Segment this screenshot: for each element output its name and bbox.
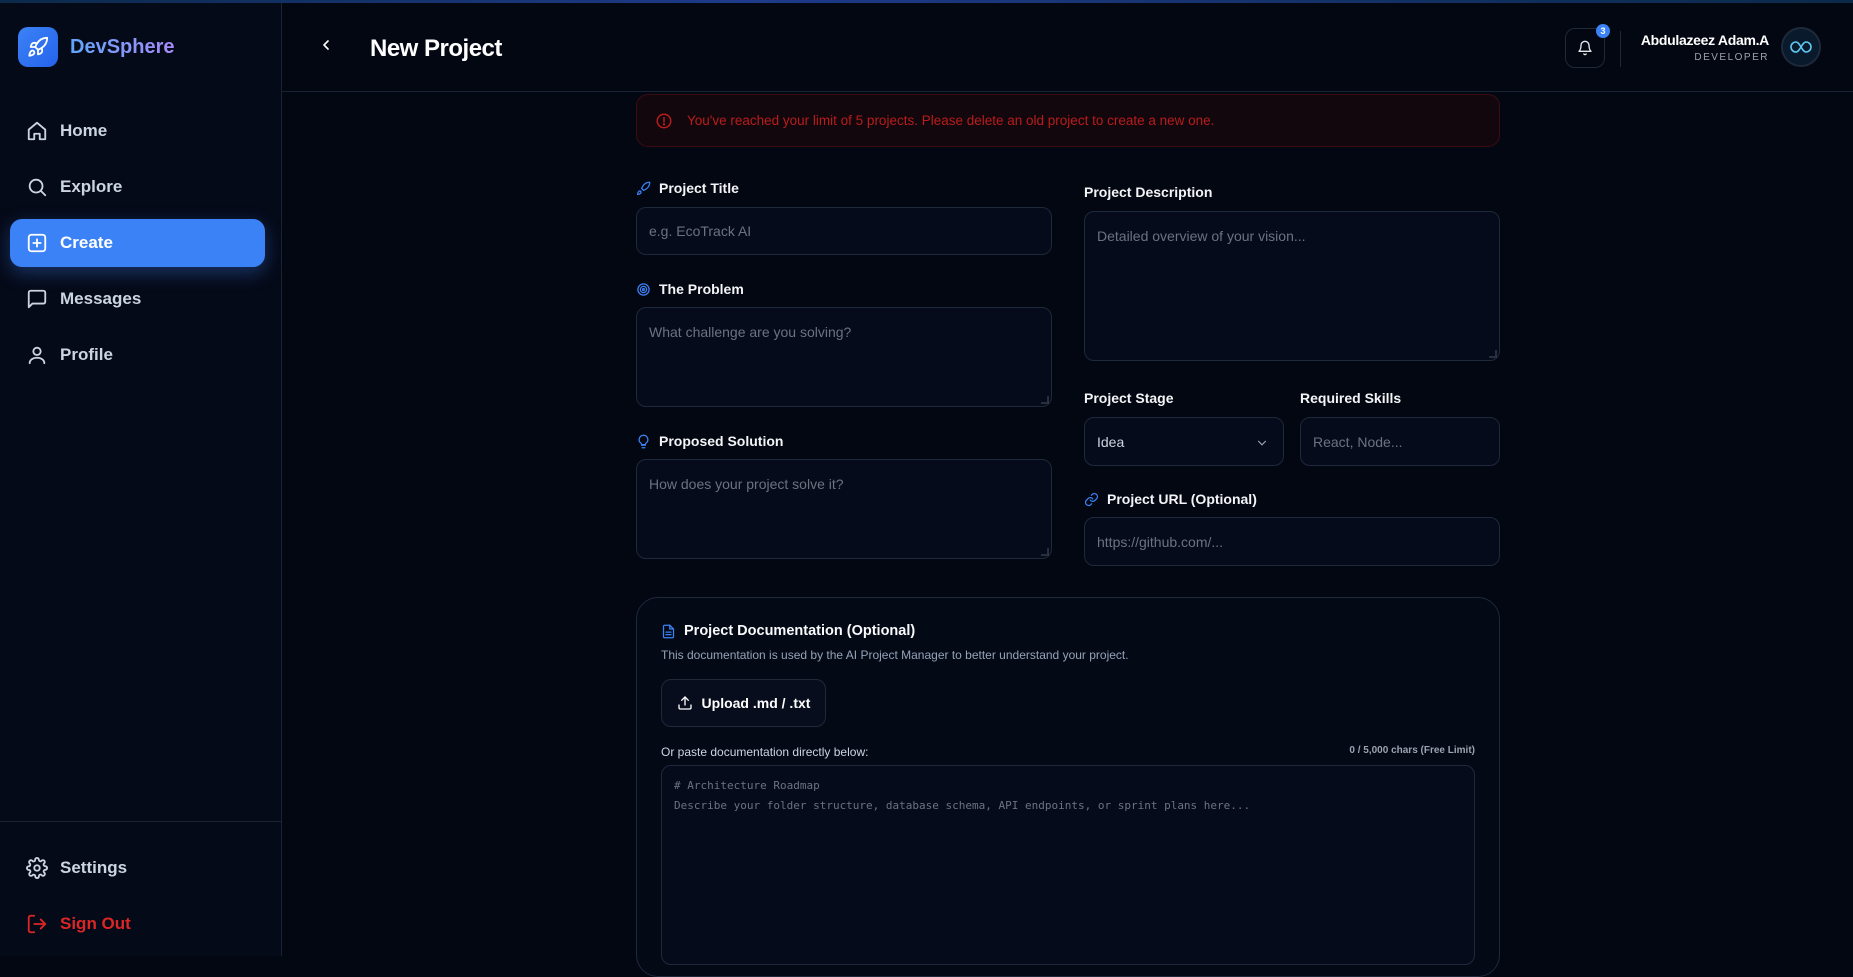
description-textarea[interactable]: Detailed overview of your vision... (1084, 211, 1500, 361)
solution-label: Proposed Solution (636, 433, 783, 449)
problem-textarea[interactable]: What challenge are you solving? (636, 307, 1052, 407)
url-label: Project URL (Optional) (1084, 491, 1257, 507)
placeholder-line: Describe your folder structure, database… (674, 799, 1251, 812)
rocket-icon (636, 181, 651, 195)
sidebar-item-messages[interactable]: Messages (10, 275, 265, 323)
label-text: Project Description (1084, 184, 1213, 200)
chevron-left-icon (323, 40, 329, 50)
target-icon (637, 282, 650, 296)
resize-handle[interactable] (1489, 350, 1497, 358)
bell-icon (1578, 40, 1592, 56)
link-icon (1084, 492, 1099, 506)
documentation-textarea[interactable]: # Architecture Roadmap Describe your fold… (661, 765, 1475, 965)
sidebar-item-create[interactable]: Create (10, 219, 265, 267)
sidebar-item-label: Settings (60, 858, 128, 877)
problem-label: The Problem (636, 281, 744, 297)
sidebar-item-label: Messages (60, 289, 142, 308)
home-icon (27, 121, 47, 141)
upload-icon (677, 696, 692, 710)
sidebar-bottom: Settings Sign Out (0, 821, 282, 956)
infinity-logo-icon (1790, 41, 1812, 53)
sidebar: DevSphere Home Explore Create Messages P… (0, 3, 282, 956)
sidebar-item-home[interactable]: Home (10, 107, 265, 155)
alert-message: You've reached your limit of 5 projects.… (687, 113, 1215, 128)
resize-handle[interactable] (1041, 396, 1049, 404)
lightbulb-icon (638, 434, 649, 448)
alert-circle-icon (656, 113, 672, 128)
sidebar-item-profile[interactable]: Profile (10, 331, 265, 379)
docs-subtitle: This documentation is used by the AI Pro… (661, 648, 1129, 662)
skills-label: Required Skills (1300, 390, 1401, 406)
user-role: DEVELOPER (1694, 52, 1769, 63)
label-text: Proposed Solution (659, 433, 784, 449)
brand-name: DevSphere (70, 35, 175, 58)
sidebar-item-label: Sign Out (60, 914, 131, 933)
documentation-card: Project Documentation (Optional) This do… (636, 597, 1500, 977)
back-button[interactable] (314, 33, 338, 57)
placeholder-text: React, Node... (1313, 433, 1403, 450)
sidebar-item-label: Explore (60, 177, 123, 196)
placeholder-text: Detailed overview of your vision... (1097, 228, 1306, 244)
gear-icon (26, 857, 48, 879)
rocket-icon (18, 27, 58, 67)
sidebar-item-label: Profile (60, 345, 113, 364)
selected-value: Idea (1097, 433, 1125, 450)
stage-label: Project Stage (1084, 390, 1173, 406)
header-divider (1620, 31, 1621, 67)
brand[interactable]: DevSphere (18, 27, 175, 67)
sidebar-nav: Home Explore Create Messages Profile (10, 107, 265, 387)
plus-square-icon (27, 233, 47, 253)
paste-label: Or paste documentation directly below: (661, 745, 869, 759)
skills-input[interactable]: React, Node... (1300, 417, 1500, 466)
description-label: Project Description (1084, 184, 1212, 200)
project-limit-alert: You've reached your limit of 5 projects.… (636, 94, 1500, 147)
label-text: Required Skills (1300, 390, 1402, 406)
project-title-input[interactable]: e.g. EcoTrack AI (636, 207, 1052, 255)
stage-select[interactable]: Idea (1084, 417, 1284, 466)
user-icon (28, 346, 46, 365)
placeholder-text: https://github.com/... (1097, 533, 1224, 550)
placeholder-line: # Architecture Roadmap (674, 779, 820, 792)
sidebar-item-label: Home (60, 121, 108, 140)
user-name: Abdulazeez Adam.A (1640, 32, 1769, 48)
page-title: New Project (370, 35, 502, 62)
file-text-icon (662, 624, 675, 638)
page-header: New Project 3 Abdulazeez Adam.A DEVELOPE… (282, 3, 1853, 92)
sidebar-item-sign-out[interactable]: Sign Out (10, 900, 272, 948)
project-title-label: Project Title (636, 180, 739, 196)
label-text: The Problem (659, 281, 744, 297)
upload-button[interactable]: Upload .md / .txt (661, 679, 826, 727)
docs-title-text: Project Documentation (Optional) (684, 623, 916, 639)
sidebar-item-explore[interactable]: Explore (10, 163, 265, 211)
docs-title: Project Documentation (Optional) (661, 623, 915, 639)
placeholder-text: e.g. EcoTrack AI (649, 223, 752, 239)
placeholder-text: How does your project solve it? (649, 476, 844, 492)
label-text: Project URL (Optional) (1107, 491, 1257, 507)
url-input[interactable]: https://github.com/... (1084, 517, 1500, 566)
upload-label: Upload .md / .txt (701, 695, 811, 711)
label-text: Project Stage (1084, 390, 1174, 406)
sign-out-icon (27, 914, 47, 934)
message-icon (27, 289, 47, 309)
notifications-button[interactable]: 3 (1565, 24, 1610, 68)
char-count: 0 / 5,000 chars (Free Limit) (1349, 745, 1475, 756)
notification-badge: 3 (1596, 24, 1610, 38)
search-icon (28, 178, 47, 197)
avatar[interactable] (1781, 27, 1821, 67)
label-text: Project Title (659, 180, 739, 196)
resize-handle[interactable] (1041, 548, 1049, 556)
solution-textarea[interactable]: How does your project solve it? (636, 459, 1052, 559)
placeholder-text: What challenge are you solving? (649, 324, 852, 340)
chevron-down-icon (1257, 440, 1267, 446)
sidebar-item-settings[interactable]: Settings (10, 844, 272, 892)
sidebar-item-label: Create (60, 233, 113, 252)
